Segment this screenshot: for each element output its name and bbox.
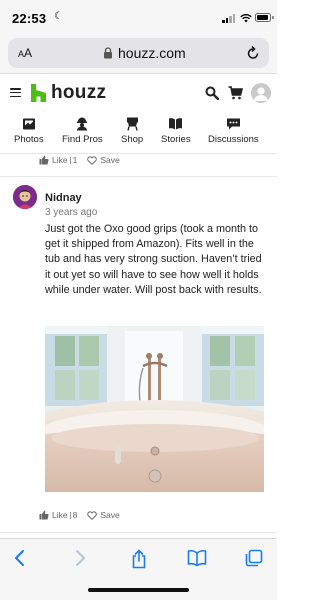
reader-options-button[interactable]: AA — [18, 46, 32, 60]
menu-icon[interactable] — [10, 88, 21, 98]
lock-icon — [104, 47, 112, 59]
divider — [0, 176, 277, 177]
like-label[interactable]: Like — [52, 155, 68, 165]
like-label[interactable]: Like — [52, 510, 68, 520]
discussions-icon — [226, 118, 240, 130]
nav-item-photos[interactable]: Photos — [14, 116, 44, 145]
cellular-signal-icon — [222, 14, 236, 23]
moon-icon: ☾ — [54, 11, 63, 22]
cart-icon[interactable] — [228, 86, 243, 100]
browser-toolbar — [0, 538, 277, 600]
heart-icon — [87, 155, 98, 165]
status-bar: 22:53 ☾ — [0, 0, 277, 34]
save-button[interactable]: Save — [87, 155, 120, 165]
tabs-icon[interactable] — [245, 549, 263, 567]
comment-actions: Like 8 Save — [39, 510, 120, 520]
reload-icon[interactable] — [246, 45, 260, 61]
wifi-icon — [240, 14, 252, 23]
save-button[interactable]: Save — [87, 510, 120, 520]
site-nav: Photos Find Pros Shop Stories Discussion… — [0, 113, 277, 154]
bookmarks-icon[interactable] — [187, 549, 207, 567]
comment-body: Just got the Oxo good grips (took a mont… — [45, 223, 262, 296]
share-icon[interactable] — [130, 549, 148, 569]
browser-address-area: AA houzz.com — [0, 34, 277, 74]
back-icon[interactable] — [13, 549, 27, 567]
url-text[interactable]: houzz.com — [118, 45, 186, 61]
heart-icon — [87, 510, 98, 520]
separator — [69, 156, 71, 164]
like-count: 1 — [72, 155, 78, 165]
comment-photo[interactable] — [45, 326, 264, 492]
photos-icon — [22, 118, 35, 130]
divider — [0, 532, 277, 533]
houzz-logo-icon[interactable] — [31, 84, 46, 102]
like-count: 8 — [72, 510, 78, 520]
home-indicator — [88, 588, 189, 592]
houzz-logo-text[interactable]: houzz — [51, 82, 106, 104]
thumbs-up-icon[interactable] — [39, 510, 49, 520]
nav-item-shop[interactable]: Shop — [121, 116, 143, 145]
address-bar[interactable]: AA houzz.com — [8, 38, 269, 68]
thumbs-up-icon[interactable] — [39, 155, 49, 165]
comment-timestamp: 3 years ago — [45, 207, 98, 218]
battery-icon — [255, 13, 271, 22]
site-header: houzz — [0, 74, 277, 113]
status-time: 22:53 — [12, 11, 47, 26]
prev-comment-actions: Like 1 Save — [39, 155, 120, 165]
separator — [69, 511, 71, 519]
stories-icon — [169, 118, 183, 130]
forward-icon[interactable] — [73, 549, 87, 567]
user-avatar[interactable] — [251, 83, 271, 103]
search-icon[interactable] — [205, 86, 219, 100]
nav-item-find-pros[interactable]: Find Pros — [62, 116, 103, 145]
battery-tip — [272, 16, 274, 19]
shop-icon — [126, 117, 138, 131]
nav-item-stories[interactable]: Stories — [161, 116, 191, 145]
commenter-avatar[interactable] — [13, 185, 37, 209]
comment-author[interactable]: Nidnay — [45, 192, 82, 204]
find-pros-icon — [77, 117, 88, 131]
nav-item-discussions[interactable]: Discussions — [208, 116, 259, 145]
